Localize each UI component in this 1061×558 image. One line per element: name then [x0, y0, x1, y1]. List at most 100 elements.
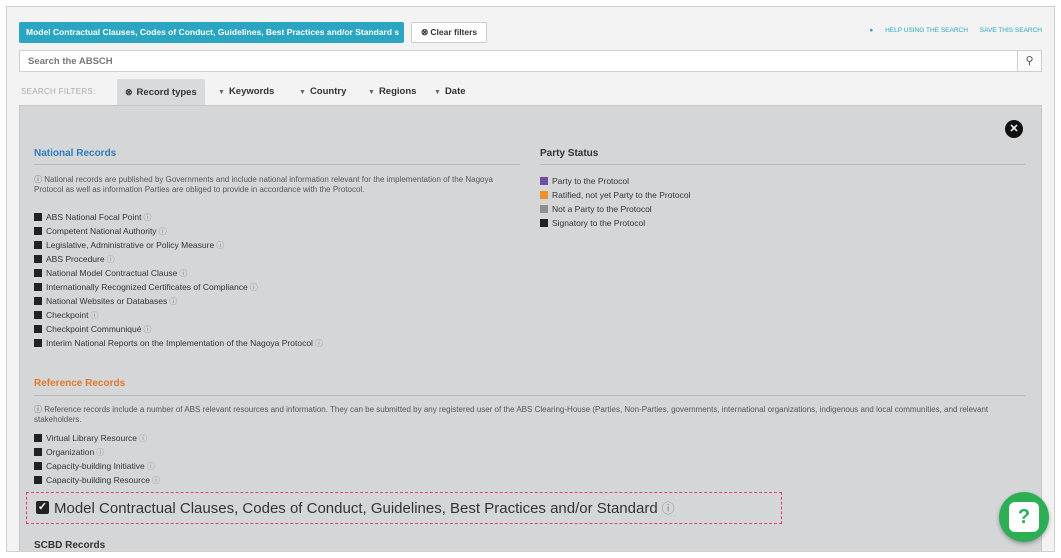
legend-label: Party to the Protocol	[552, 176, 630, 186]
list-item[interactable]: ABS National Focal Point ⓘ	[34, 210, 323, 224]
checkbox[interactable]	[34, 462, 42, 470]
item-label: Internationally Recognized Certificates …	[46, 282, 248, 292]
help-chat-button[interactable]: ?	[999, 492, 1049, 542]
checkbox[interactable]	[34, 283, 42, 291]
record-types-panel: ✕ National Records ⓘ National records ar…	[19, 105, 1042, 551]
tab-country[interactable]: ▼ Country	[291, 79, 354, 105]
checkbox[interactable]	[34, 325, 42, 333]
checked-checkbox[interactable]: ✓	[36, 501, 49, 514]
info-icon[interactable]: ⓘ	[169, 297, 177, 306]
caret-down-icon: ▼	[218, 89, 225, 96]
divider	[540, 164, 1026, 165]
checkbox[interactable]	[34, 255, 42, 263]
divider	[34, 395, 1026, 396]
checkbox[interactable]	[34, 476, 42, 484]
search-icon: ⚲	[1025, 55, 1034, 67]
list-item[interactable]: Competent National Authority ⓘ	[34, 224, 323, 238]
model-contractual-clauses-label: Model Contractual Clauses, Codes of Cond…	[54, 498, 675, 517]
list-item[interactable]: Legislative, Administrative or Policy Me…	[34, 238, 323, 252]
info-icon[interactable]: ⓘ	[147, 462, 155, 471]
legend-swatch	[540, 177, 548, 185]
tab-regions[interactable]: ▼ Regions	[360, 79, 424, 105]
tab-date[interactable]: ▼ Date	[426, 79, 474, 105]
top-links: ● HELP USING THE SEARCH SAVE THIS SEARCH	[859, 27, 1042, 34]
item-label: Capacity-building Initiative	[46, 461, 145, 471]
caret-down-icon: ▼	[434, 89, 441, 96]
reference-records-title: Reference Records	[34, 378, 126, 389]
checkbox[interactable]	[34, 227, 42, 235]
search-button[interactable]: ⚲	[1017, 51, 1041, 71]
national-description-text: National records are published by Govern…	[34, 175, 493, 194]
search-filters-label: SEARCH FILTERS:	[21, 87, 96, 96]
list-item[interactable]: Internationally Recognized Certificates …	[34, 280, 323, 294]
list-item[interactable]: National Websites or Databases ⓘ	[34, 294, 323, 308]
checkbox[interactable]	[34, 448, 42, 456]
item-label: ABS Procedure	[46, 254, 105, 264]
list-item[interactable]: Organization ⓘ	[34, 445, 160, 459]
tab-date-label: Date	[444, 86, 466, 97]
item-label: National Model Contractual Clause	[46, 268, 178, 278]
item-label: Legislative, Administrative or Policy Me…	[46, 240, 215, 250]
checkbox[interactable]	[34, 241, 42, 249]
caret-down-icon: ▼	[368, 89, 375, 96]
item-label: Virtual Library Resource	[46, 433, 138, 443]
list-item[interactable]: Interim National Reports on the Implemen…	[34, 336, 323, 350]
legend-item: Ratified, not yet Party to the Protocol	[540, 188, 690, 202]
party-status-title: Party Status	[540, 148, 599, 159]
tab-record-types[interactable]: ⊗ Record types	[117, 79, 205, 105]
info-icon[interactable]: ⓘ	[107, 255, 115, 264]
save-search-link[interactable]: SAVE THIS SEARCH	[980, 27, 1042, 34]
checkbox[interactable]	[34, 434, 42, 442]
national-records-description: ⓘ National records are published by Gove…	[34, 175, 520, 195]
close-panel-button[interactable]: ✕	[1005, 120, 1023, 138]
checkbox[interactable]	[34, 311, 42, 319]
active-filter-chip[interactable]: Model Contractual Clauses, Codes of Cond…	[19, 22, 404, 43]
list-item[interactable]: Capacity-building Initiative ⓘ	[34, 459, 160, 473]
info-icon[interactable]: ⓘ	[91, 311, 99, 320]
info-icon[interactable]: ⓘ	[96, 448, 104, 457]
checkbox[interactable]	[34, 297, 42, 305]
legend-label: Signatory to the Protocol	[552, 218, 646, 228]
help-search-label: HELP USING THE SEARCH	[885, 27, 968, 34]
item-label: Checkpoint Communiqué	[46, 324, 142, 334]
clear-filters-label: Clear filters	[430, 27, 478, 37]
info-icon: ⓘ	[34, 175, 45, 184]
list-item[interactable]: Checkpoint ⓘ	[34, 308, 323, 322]
search-bar: ⚲	[19, 50, 1042, 72]
checkbox[interactable]	[34, 339, 42, 347]
reference-records-list: Virtual Library Resource ⓘ Organization ⓘ …	[34, 431, 160, 487]
search-input[interactable]	[20, 51, 1010, 71]
help-search-link[interactable]: ● HELP USING THE SEARCH	[869, 27, 968, 34]
info-icon[interactable]: ⓘ	[159, 227, 167, 236]
info-icon: ⓘ	[34, 405, 45, 414]
scbd-records-title: SCBD Records	[34, 540, 106, 551]
info-icon[interactable]: ⓘ	[143, 325, 151, 334]
checkbox[interactable]	[34, 213, 42, 221]
item-label: Interim National Reports on the Implemen…	[46, 338, 313, 348]
legend-item: Party to the Protocol	[540, 174, 690, 188]
caret-down-icon: ▼	[299, 89, 306, 96]
list-item[interactable]: Capacity-building Resource ⓘ	[34, 473, 160, 487]
item-label: Organization	[46, 447, 95, 457]
tab-keywords[interactable]: ▼ Keywords	[210, 79, 282, 105]
tab-keywords-label: Keywords	[228, 86, 275, 97]
info-icon[interactable]: ⓘ	[250, 283, 258, 292]
clear-icon: ⊗	[420, 27, 429, 37]
clear-filters-button[interactable]: ⊗ Clear filters	[411, 22, 487, 43]
reference-records-description: ⓘ Reference records include a number of …	[34, 405, 1024, 425]
list-item[interactable]: National Model Contractual Clause ⓘ	[34, 266, 323, 280]
national-records-title: National Records	[34, 148, 117, 159]
info-icon[interactable]: ⓘ	[152, 476, 160, 485]
list-item[interactable]: ABS Procedure ⓘ	[34, 252, 323, 266]
national-records-list: ABS National Focal Point ⓘ Competent Nati…	[34, 210, 323, 350]
info-icon[interactable]: ⓘ	[143, 213, 151, 222]
info-icon[interactable]: ⓘ	[662, 501, 675, 516]
list-item[interactable]: Virtual Library Resource ⓘ	[34, 431, 160, 445]
info-icon[interactable]: ⓘ	[179, 269, 187, 278]
list-item[interactable]: Checkpoint Communiqué ⓘ	[34, 322, 323, 336]
info-icon[interactable]: ⓘ	[139, 434, 147, 443]
model-contractual-clauses-item[interactable]: ✓ Model Contractual Clauses, Codes of Co…	[26, 492, 782, 524]
info-icon[interactable]: ⓘ	[216, 241, 224, 250]
info-icon[interactable]: ⓘ	[315, 339, 323, 348]
checkbox[interactable]	[34, 269, 42, 277]
